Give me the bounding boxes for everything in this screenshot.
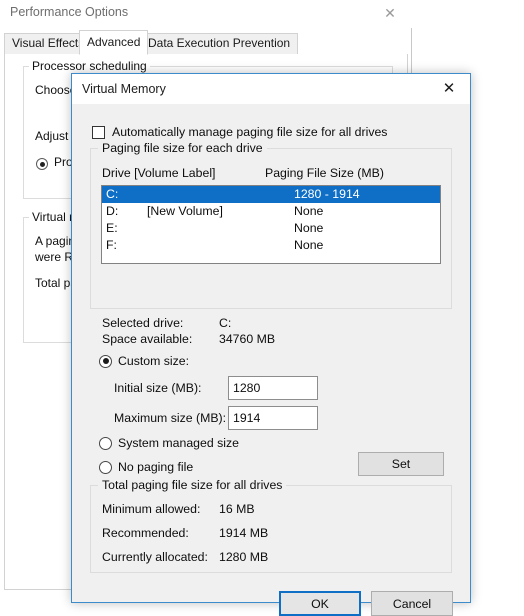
- performance-options-titlebar: Performance Options ✕: [0, 0, 412, 28]
- radio-custom-size-row[interactable]: Custom size:: [99, 354, 189, 368]
- radio-system-managed-label: System managed size: [118, 436, 239, 450]
- each-drive-group-title: Paging file size for each drive: [98, 141, 267, 155]
- virtual-memory-dialog: Virtual Memory ✕ Automatically manage pa…: [71, 73, 471, 616]
- radio-no-paging-file-label: No paging file: [118, 460, 194, 474]
- maximum-size-input[interactable]: [228, 406, 318, 430]
- drive-list[interactable]: C: 1280 - 1914 D: [New Volume] None E: N…: [101, 185, 441, 264]
- drive-letter: F:: [106, 238, 117, 252]
- column-header-drive: Drive [Volume Label]: [102, 166, 216, 180]
- drive-paging-size: 1280 - 1914: [294, 187, 360, 201]
- radio-system-managed-row[interactable]: System managed size: [99, 436, 239, 450]
- recommended-label: Recommended:: [102, 526, 189, 540]
- auto-manage-paging-checkbox[interactable]: [92, 125, 105, 139]
- tab-data-execution-prevention[interactable]: Data Execution Prevention: [140, 33, 299, 54]
- radio-no-paging-file-row[interactable]: No paging file: [99, 460, 193, 474]
- cancel-button[interactable]: Cancel: [371, 591, 453, 616]
- currently-allocated-value: 1280 MB: [219, 550, 269, 564]
- performance-options-title: Performance Options: [10, 5, 129, 19]
- drive-letter: E:: [106, 221, 118, 235]
- virtual-memory-title: Virtual Memory: [82, 82, 166, 96]
- selected-drive-label: Selected drive:: [102, 316, 184, 330]
- initial-size-label: Initial size (MB):: [114, 381, 202, 395]
- table-row[interactable]: D: [New Volume] None: [102, 203, 440, 220]
- drive-volume-label: [New Volume]: [147, 204, 223, 218]
- drive-paging-size: None: [294, 238, 324, 252]
- minimum-allowed-label: Minimum allowed:: [102, 502, 201, 516]
- table-row[interactable]: F: None: [102, 237, 440, 254]
- radio-custom-size[interactable]: [99, 354, 112, 368]
- auto-manage-paging-label: Automatically manage paging file size fo…: [112, 125, 388, 139]
- space-available-value: 34760 MB: [219, 332, 276, 346]
- close-icon[interactable]: ✕: [428, 74, 470, 103]
- table-row[interactable]: C: 1280 - 1914: [102, 186, 440, 203]
- tab-advanced[interactable]: Advanced: [79, 30, 149, 55]
- virtual-memory-body: Automatically manage paging file size fo…: [72, 104, 470, 616]
- ok-button[interactable]: OK: [279, 591, 361, 616]
- drive-paging-size: None: [294, 204, 324, 218]
- set-button[interactable]: Set: [358, 452, 444, 476]
- drive-letter: C:: [106, 187, 119, 201]
- minimum-allowed-value: 16 MB: [219, 502, 255, 516]
- recommended-value: 1914 MB: [219, 526, 269, 540]
- drive-paging-size: None: [294, 221, 324, 235]
- performance-options-tabstrip: Visual Effects Advanced Data Execution P…: [0, 30, 412, 55]
- space-available-label: Space available:: [102, 332, 193, 346]
- processor-scheduling-line2: Adjust f: [35, 129, 76, 143]
- selected-drive-value: C:: [219, 316, 232, 330]
- column-header-paging-file-size: Paging File Size (MB): [265, 166, 384, 180]
- close-icon[interactable]: ✕: [374, 1, 406, 25]
- auto-manage-paging-checkbox-row[interactable]: Automatically manage paging file size fo…: [92, 125, 387, 139]
- total-paging-group-title: Total paging file size for all drives: [98, 478, 287, 492]
- currently-allocated-label: Currently allocated:: [102, 550, 208, 564]
- virtual-memory-titlebar: Virtual Memory ✕: [72, 74, 470, 104]
- table-row[interactable]: E: None: [102, 220, 440, 237]
- processor-scheduling-radio-programs[interactable]: [36, 158, 48, 170]
- initial-size-input[interactable]: [228, 376, 318, 400]
- drive-letter: D:: [106, 204, 119, 218]
- virtual-memory-line1: A pagin: [35, 234, 76, 248]
- maximum-size-label: Maximum size (MB):: [114, 411, 227, 425]
- radio-custom-size-label: Custom size:: [118, 354, 190, 368]
- radio-system-managed-size[interactable]: [99, 436, 112, 450]
- radio-no-paging-file[interactable]: [99, 460, 112, 474]
- processor-scheduling-title: Processor scheduling: [29, 59, 150, 73]
